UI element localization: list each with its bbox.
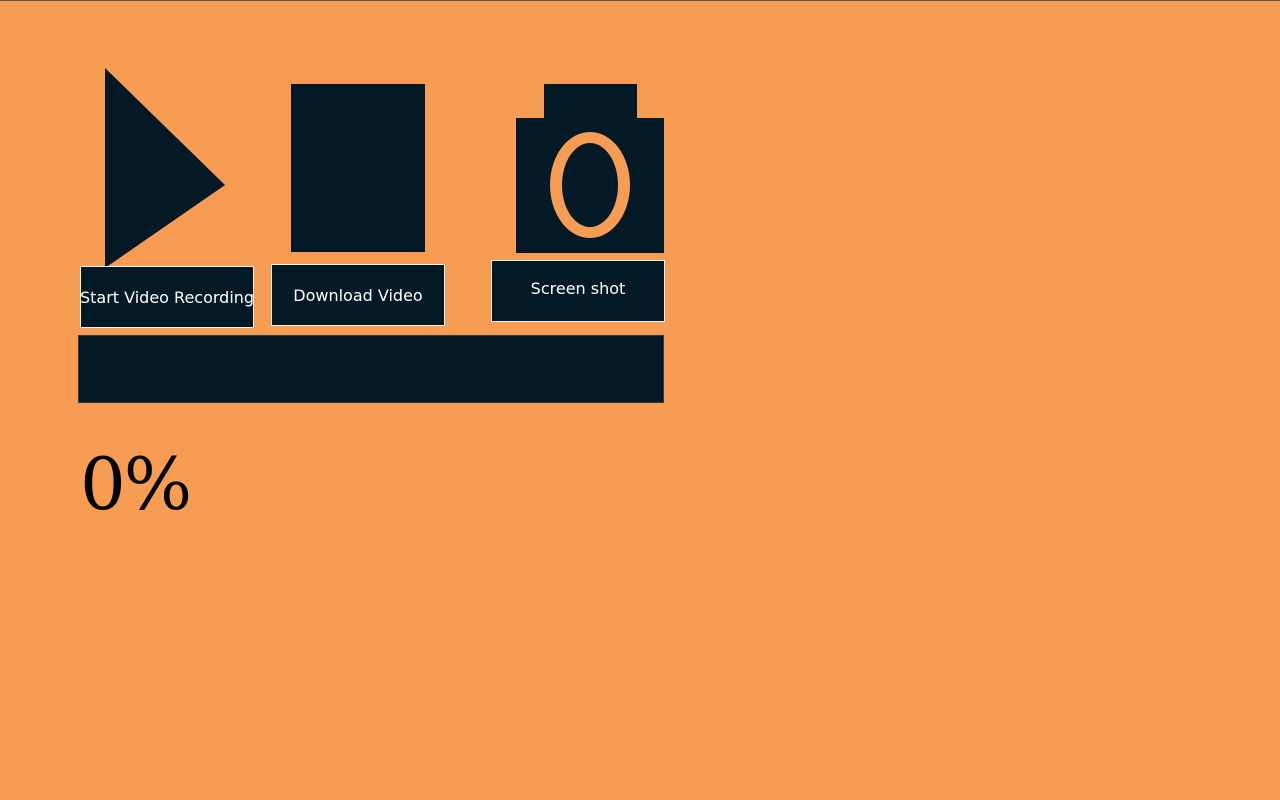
top-border bbox=[0, 0, 1280, 1]
stop-icon[interactable] bbox=[291, 84, 425, 252]
play-icon[interactable] bbox=[104, 68, 226, 268]
progress-percentage: 0% bbox=[80, 442, 192, 526]
camera-icon[interactable] bbox=[516, 84, 664, 253]
progress-bar bbox=[78, 335, 664, 403]
download-video-button[interactable]: Download Video bbox=[271, 264, 445, 326]
start-video-recording-button[interactable]: Start Video Recording bbox=[80, 266, 254, 328]
screenshot-button[interactable]: Screen shot bbox=[491, 260, 665, 322]
